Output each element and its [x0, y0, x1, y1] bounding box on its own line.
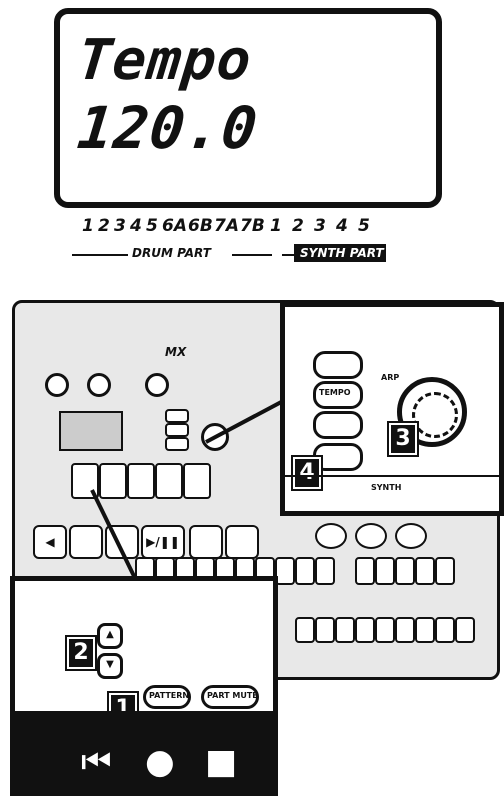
part-number: 5 [146, 216, 158, 236]
stop-icon[interactable]: ■ [205, 745, 237, 779]
pad[interactable] [99, 463, 127, 499]
transport-button[interactable] [225, 525, 259, 559]
step-key[interactable] [375, 557, 395, 585]
bracket-line [282, 254, 294, 256]
part-number: 4 [336, 216, 348, 236]
step-badge-3: 3 [389, 423, 417, 455]
pattern-label: PATTERN [149, 691, 190, 700]
transport-button[interactable] [189, 525, 223, 559]
step-key[interactable] [395, 617, 415, 643]
round-button[interactable] [395, 523, 427, 549]
synth-label: SYNTH [371, 483, 402, 492]
part-number: 3 [114, 216, 126, 236]
lcd-display: Tempo 120.0 [54, 8, 442, 208]
bracket-line [232, 254, 272, 256]
panel-button[interactable] [313, 411, 363, 439]
part-number: 1 [270, 216, 282, 236]
part-number: 7A [214, 216, 239, 236]
step-badge-2: 2 [67, 637, 95, 669]
part-number: 2 [98, 216, 110, 236]
round-button[interactable] [315, 523, 347, 549]
brand-mark: MX [165, 345, 187, 359]
transport-band: ⏮ ● ■ [15, 711, 273, 791]
part-number: 7B [240, 216, 265, 236]
arp-label: ARP [381, 373, 400, 382]
part-number: 6A [162, 216, 187, 236]
step-key[interactable] [275, 557, 295, 585]
part-number: 5 [358, 216, 370, 236]
panel-button[interactable] [313, 351, 363, 379]
part-mute-label: PART MUTE [207, 691, 258, 700]
part-number: 4 [130, 216, 142, 236]
step-key[interactable] [435, 557, 455, 585]
step-key[interactable] [355, 557, 375, 585]
panel-button[interactable] [165, 409, 189, 423]
divider [285, 475, 499, 477]
part-down-button[interactable]: ▼ [97, 653, 123, 679]
step-key[interactable] [295, 557, 315, 585]
part-number: 3 [314, 216, 326, 236]
skip-back-icon[interactable]: ⏮ [81, 745, 112, 779]
play-pause-button[interactable]: ▶/❚❚ [141, 525, 185, 559]
step-key[interactable] [455, 617, 475, 643]
step-key[interactable] [315, 557, 335, 585]
part-number: 1 [82, 216, 94, 236]
record-icon[interactable]: ● [145, 745, 175, 779]
bracket-line [72, 254, 128, 256]
pad[interactable] [155, 463, 183, 499]
callout-part-select: ▲ ▼ 2 PATTERN PART MUTE 1 ⏮ ● ■ [10, 576, 278, 796]
pad[interactable] [183, 463, 211, 499]
panel-button[interactable] [165, 423, 189, 437]
step-key[interactable] [415, 617, 435, 643]
step-key[interactable] [415, 557, 435, 585]
knob[interactable] [45, 373, 69, 397]
step-key[interactable] [435, 617, 455, 643]
part-number: 2 [292, 216, 304, 236]
mini-lcd [59, 411, 123, 451]
round-button[interactable] [355, 523, 387, 549]
part-number: 6B [188, 216, 213, 236]
step-key[interactable] [315, 617, 335, 643]
pad[interactable] [127, 463, 155, 499]
step-key[interactable] [355, 617, 375, 643]
tempo-button-label: TEMPO [319, 388, 351, 397]
knob[interactable] [87, 373, 111, 397]
synth-part-text: SYNTH PART [300, 246, 384, 260]
step-key[interactable] [395, 557, 415, 585]
part-up-button[interactable]: ▲ [97, 623, 123, 649]
step-key[interactable] [375, 617, 395, 643]
part-indicator: 1 2 3 4 5 6A 6B 7A 7B 1 2 3 4 5 DRUM PAR… [72, 216, 386, 266]
step-key[interactable] [295, 617, 315, 643]
callout-tempo-controls: TEMPO ARP 3 4 SYNTH [280, 302, 504, 516]
lcd-parameter-value: 120.0 [74, 94, 262, 162]
transport-button[interactable] [69, 525, 103, 559]
drum-part-text: DRUM PART [128, 246, 215, 260]
step-badge-4: 4 [293, 457, 321, 489]
lcd-parameter-name: Tempo [74, 28, 255, 93]
skip-back-button[interactable]: ◀ [33, 525, 67, 559]
step-key[interactable] [335, 617, 355, 643]
dial-knurl [412, 392, 458, 438]
knob[interactable] [145, 373, 169, 397]
panel-button[interactable] [165, 437, 189, 451]
